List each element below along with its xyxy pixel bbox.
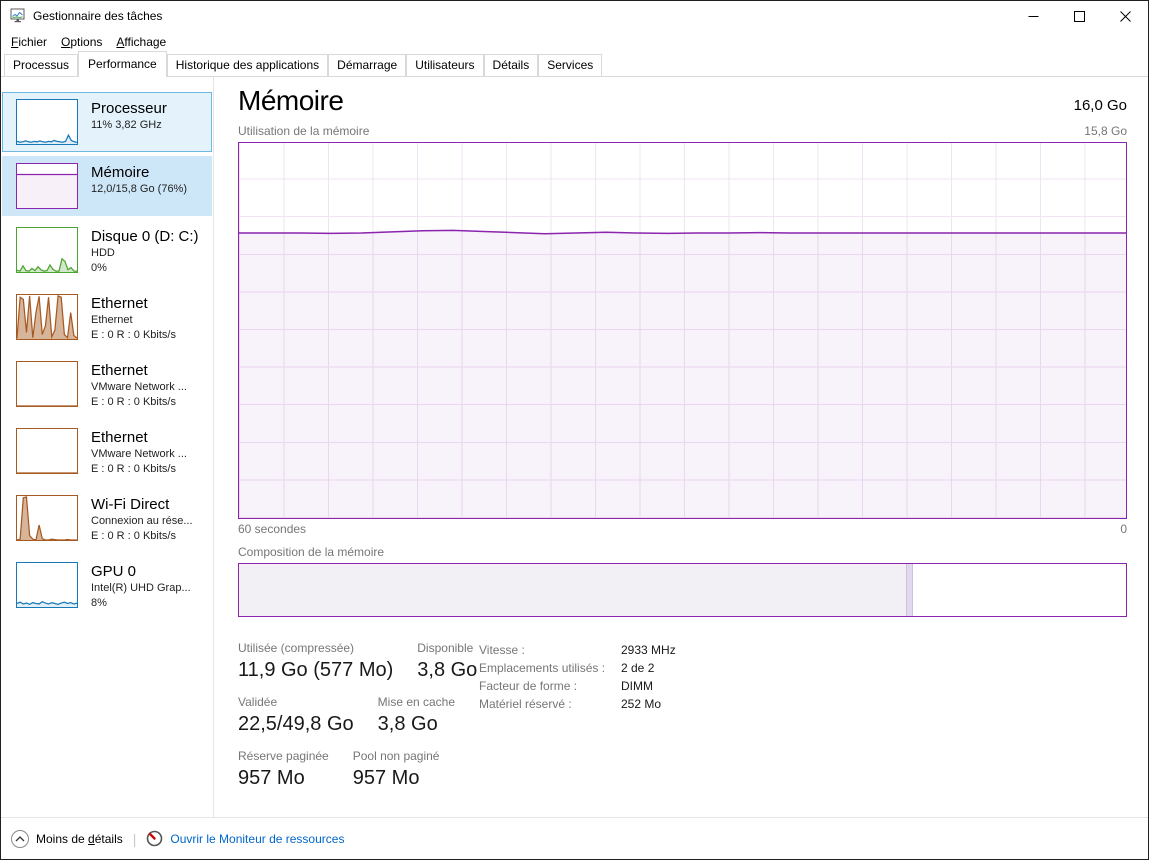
sidebar-item-memory[interactable]: Mémoire 12,0/15,8 Go (76%) <box>2 156 212 216</box>
ethernet-thumbnail-chart <box>16 361 78 407</box>
detail-speed: Vitesse : 2933 MHz <box>479 641 676 659</box>
stat-in-use: Utilisée (compressée) 11,9 Go (577 Mo) <box>238 641 393 682</box>
page-title: Mémoire <box>238 85 343 117</box>
resource-monitor-icon <box>146 830 163 847</box>
status-bar: Moins de détails | Ouvrir le Moniteur de… <box>1 817 1148 859</box>
stat-committed: Validée 22,5/49,8 Go <box>238 695 354 736</box>
menu-bar: Fichier Options Affichage <box>1 31 1148 53</box>
memory-total: 16,0 Go <box>1074 97 1127 114</box>
close-icon <box>1120 11 1131 22</box>
sidebar-item-title: Processeur <box>91 100 167 118</box>
wifi-thumbnail-chart <box>16 495 78 541</box>
memory-stats: Utilisée (compressée) 11,9 Go (577 Mo) D… <box>238 641 479 803</box>
menu-affichage[interactable]: Affichage <box>109 32 173 52</box>
sidebar-item-ethernet-3[interactable]: Ethernet VMware Network ... E : 0 R : 0 … <box>2 421 212 484</box>
task-manager-window: Gestionnaire des tâches Fichier Options … <box>0 0 1149 860</box>
detail-hardware-reserved: Matériel réservé : 252 Mo <box>479 695 676 713</box>
sidebar-item-stat: VMware Network ... <box>91 380 187 395</box>
menu-options[interactable]: Options <box>54 32 109 52</box>
minimize-button[interactable] <box>1010 1 1056 31</box>
time-axis-end: 0 <box>1120 522 1127 536</box>
composition-label: Composition de la mémoire <box>238 545 1127 559</box>
sidebar-item-ethernet-1[interactable]: Ethernet Ethernet E : 0 R : 0 Kbits/s <box>2 287 212 350</box>
sidebar-item-stat: E : 0 R : 0 Kbits/s <box>91 395 187 410</box>
maximize-button[interactable] <box>1056 1 1102 31</box>
time-axis-start: 60 secondes <box>238 522 306 536</box>
divider: | <box>133 831 137 847</box>
task-manager-icon <box>10 8 26 24</box>
sidebar-item-gpu[interactable]: GPU 0 Intel(R) UHD Grap... 8% <box>2 555 212 618</box>
tab-historique[interactable]: Historique des applications <box>167 54 328 76</box>
tab-demarrage[interactable]: Démarrage <box>328 54 406 76</box>
composition-segment-free <box>913 564 1126 616</box>
menu-fichier[interactable]: Fichier <box>4 32 54 52</box>
sidebar-item-cpu[interactable]: Processeur 11% 3,82 GHz <box>2 92 212 152</box>
resource-monitor-label: Ouvrir le Moniteur de ressources <box>170 832 344 846</box>
window-controls <box>1010 1 1148 31</box>
chart-max-value: 15,8 Go <box>1084 124 1127 138</box>
detail-form-factor: Facteur de forme : DIMM <box>479 677 676 695</box>
memory-panel: Mémoire 16,0 Go Utilisation de la mémoir… <box>214 77 1148 817</box>
performance-body: Processeur 11% 3,82 GHz Mémoire 12,0/15,… <box>1 77 1148 817</box>
sidebar-item-stat: 0% <box>91 261 199 276</box>
sidebar-item-ethernet-2[interactable]: Ethernet VMware Network ... E : 0 R : 0 … <box>2 354 212 417</box>
tab-bar: Processus Performance Historique des app… <box>1 53 1148 77</box>
sidebar-item-stat: Intel(R) UHD Grap... <box>91 581 191 596</box>
chart-label: Utilisation de la mémoire <box>238 124 369 138</box>
stat-non-paged-pool: Pool non paginé 957 Mo <box>353 749 440 790</box>
window-title: Gestionnaire des tâches <box>33 9 162 23</box>
ethernet-thumbnail-chart <box>16 428 78 474</box>
memory-thumbnail-chart <box>16 163 78 209</box>
memory-composition-bar <box>238 563 1127 617</box>
sidebar-item-title: GPU 0 <box>91 563 191 581</box>
sidebar-item-stat: 11% 3,82 GHz <box>91 118 167 133</box>
sidebar-item-title: Ethernet <box>91 429 187 447</box>
sidebar-item-stat: 8% <box>91 596 191 611</box>
sidebar-item-title: Ethernet <box>91 362 187 380</box>
stat-available: Disponible 3,8 Go <box>417 641 477 682</box>
less-details-button[interactable]: Moins de détails <box>11 830 123 848</box>
hardware-details: Vitesse : 2933 MHz Emplacements utilisés… <box>479 641 676 803</box>
composition-segment-modified <box>906 564 913 616</box>
ethernet-thumbnail-chart <box>16 294 78 340</box>
sidebar-item-stat: E : 0 R : 0 Kbits/s <box>91 529 193 544</box>
tab-utilisateurs[interactable]: Utilisateurs <box>406 54 483 76</box>
sidebar-item-stat: E : 0 R : 0 Kbits/s <box>91 462 187 477</box>
sidebar-item-stat: HDD <box>91 246 199 261</box>
stat-cached: Mise en cache 3,8 Go <box>378 695 455 736</box>
sidebar-item-stat: Connexion au rése... <box>91 514 193 529</box>
tab-processus[interactable]: Processus <box>4 54 78 76</box>
sidebar-item-stat: VMware Network ... <box>91 447 187 462</box>
memory-usage-line <box>239 143 1126 518</box>
detail-slots-used: Emplacements utilisés : 2 de 2 <box>479 659 676 677</box>
tab-performance[interactable]: Performance <box>78 51 167 77</box>
sidebar-item-title: Ethernet <box>91 295 176 313</box>
sidebar-item-title: Wi-Fi Direct <box>91 496 193 514</box>
gpu-thumbnail-chart <box>16 562 78 608</box>
cpu-thumbnail-chart <box>16 99 78 145</box>
sidebar-item-title: Disque 0 (D: C:) <box>91 228 199 246</box>
sidebar-item-disk[interactable]: Disque 0 (D: C:) HDD 0% <box>2 220 212 283</box>
composition-segment-in-use <box>239 564 906 616</box>
memory-usage-chart <box>238 142 1127 519</box>
tab-services[interactable]: Services <box>538 54 602 76</box>
performance-sidebar: Processeur 11% 3,82 GHz Mémoire 12,0/15,… <box>1 77 214 817</box>
tab-details[interactable]: Détails <box>484 54 539 76</box>
chevron-up-icon <box>11 830 29 848</box>
close-button[interactable] <box>1102 1 1148 31</box>
sidebar-item-title: Mémoire <box>91 164 187 182</box>
open-resource-monitor-link[interactable]: Ouvrir le Moniteur de ressources <box>146 830 344 847</box>
stat-paged-pool: Réserve paginée 957 Mo <box>238 749 329 790</box>
sidebar-item-wifi-direct[interactable]: Wi-Fi Direct Connexion au rése... E : 0 … <box>2 488 212 551</box>
minimize-icon <box>1028 11 1039 22</box>
less-details-label: Moins de détails <box>36 832 123 846</box>
maximize-icon <box>1074 11 1085 22</box>
sidebar-item-stat: Ethernet <box>91 313 176 328</box>
title-bar: Gestionnaire des tâches <box>1 1 1148 31</box>
sidebar-item-stat: 12,0/15,8 Go (76%) <box>91 182 187 197</box>
disk-thumbnail-chart <box>16 227 78 273</box>
sidebar-item-stat: E : 0 R : 0 Kbits/s <box>91 328 176 343</box>
